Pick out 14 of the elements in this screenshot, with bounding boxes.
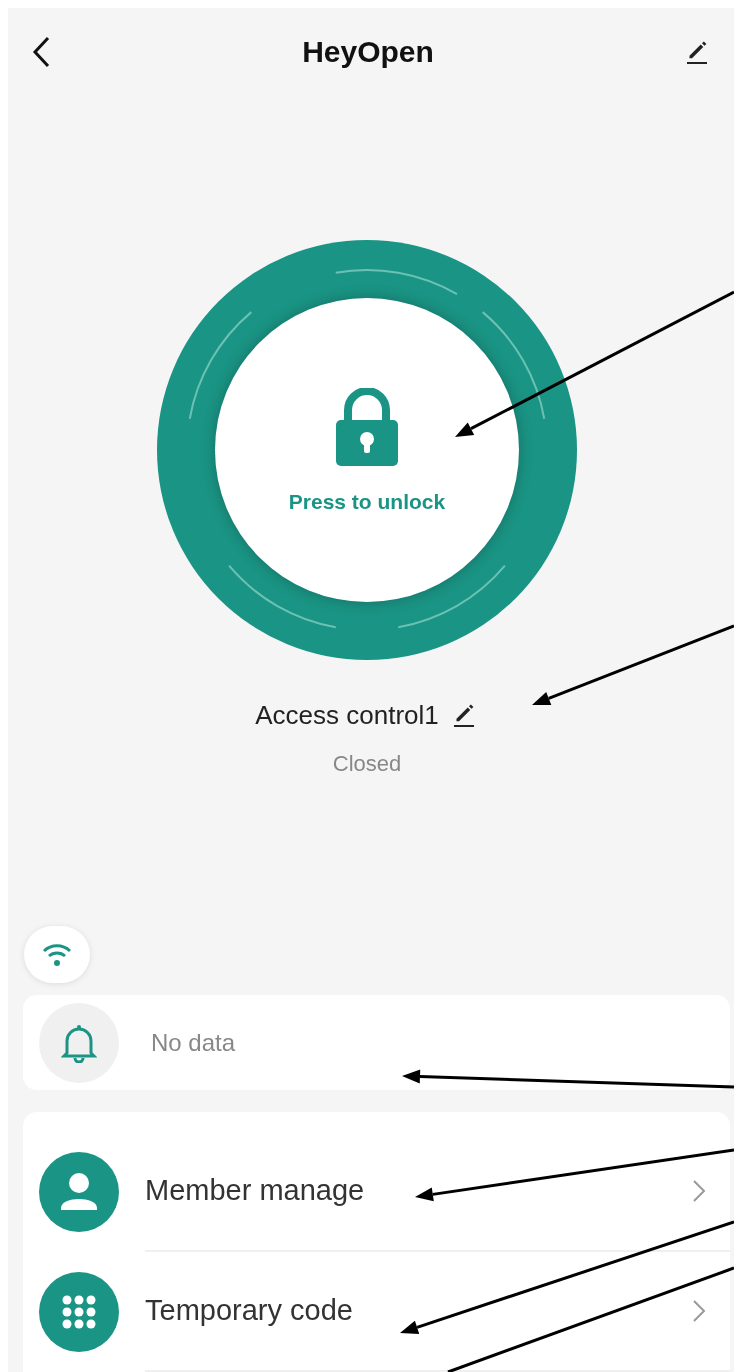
device-status: Closed: [332, 749, 402, 778]
device-name: Access control1: [255, 698, 439, 732]
wifi-button[interactable]: [24, 925, 90, 984]
unlock-button[interactable]: Press to unlock: [215, 297, 519, 602]
chevron-right-icon: [692, 1179, 706, 1203]
lock-icon: [334, 387, 400, 468]
menu-item[interactable]: Temporary code: [23, 1252, 730, 1372]
wifi-icon: [42, 942, 72, 967]
chevron-right-icon: [692, 1299, 706, 1323]
notification-text: No data: [151, 1027, 236, 1058]
person-icon: [39, 1152, 119, 1232]
keypad-icon: [39, 1272, 119, 1352]
menu-item[interactable]: Member manage: [23, 1132, 730, 1252]
page-title: HeyOpen: [302, 34, 434, 71]
